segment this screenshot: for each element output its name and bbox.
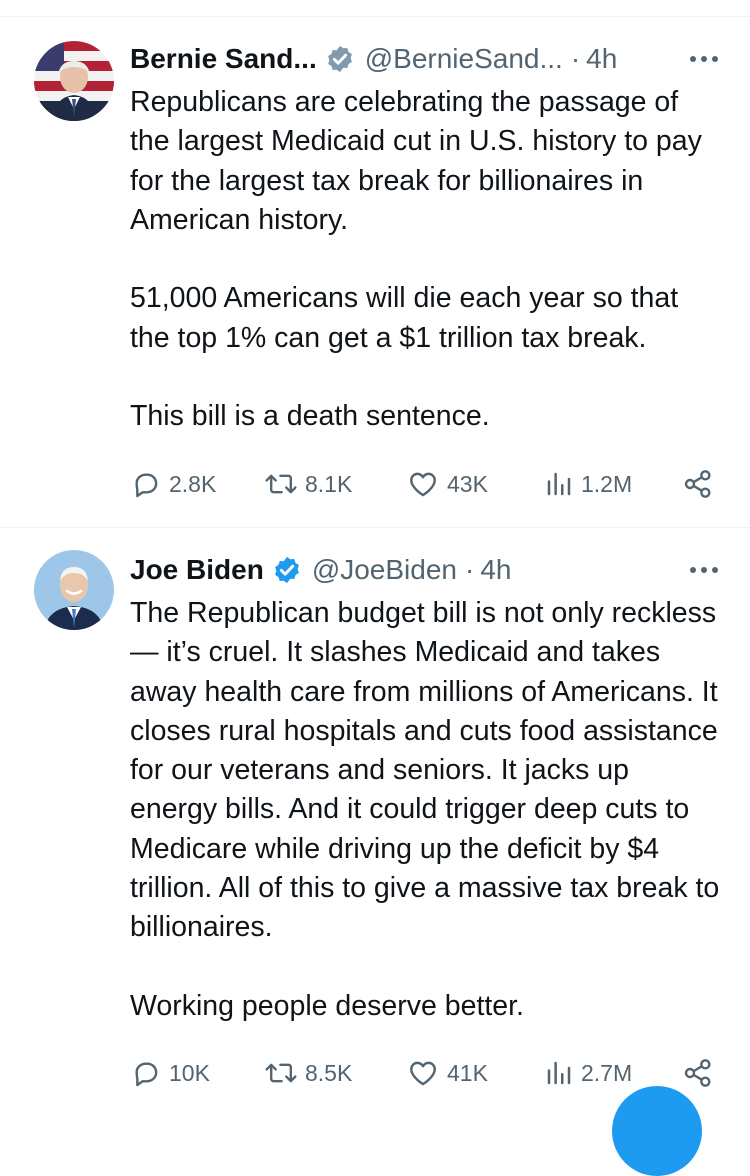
views-icon [547, 472, 571, 496]
avatar[interactable] [34, 41, 114, 121]
timestamp[interactable]: 4h [480, 554, 511, 586]
verified-badge-icon[interactable] [325, 44, 355, 74]
share-icon [684, 470, 711, 498]
more-icon[interactable] [690, 561, 718, 579]
share-icon [684, 1059, 711, 1087]
like-button[interactable]: 41K [406, 1053, 488, 1093]
reply-icon [135, 1062, 158, 1087]
action-bar: 2.8K 8.1K 43K 1.2M [130, 464, 720, 504]
tweet-header: Joe Biden @JoeBiden · 4h [130, 550, 718, 590]
tweet-text: Republicans are celebrating the passage … [130, 86, 702, 433]
verified-badge-icon[interactable] [272, 555, 302, 585]
views-icon [547, 1061, 571, 1085]
like-count: 41K [447, 1059, 488, 1086]
reply-count: 10K [169, 1059, 210, 1086]
repost-count: 8.5K [305, 1059, 353, 1086]
more-icon[interactable] [690, 50, 718, 68]
heart-icon [410, 1061, 436, 1086]
reply-count: 2.8K [169, 470, 217, 497]
separator-dot: · [465, 554, 475, 585]
views-count: 2.7M [581, 1059, 633, 1086]
heart-icon [410, 472, 436, 497]
tweet-header: Bernie Sand... @BernieSand... · 4h [130, 39, 718, 79]
avatar-image [34, 550, 114, 630]
display-name[interactable]: Joe Biden [130, 554, 264, 586]
avatar[interactable] [34, 550, 114, 630]
views-count: 1.2M [581, 470, 633, 497]
like-button[interactable]: 43K [406, 464, 488, 504]
repost-count: 8.1K [305, 470, 353, 497]
share-button[interactable] [682, 464, 714, 504]
handle[interactable]: @JoeBiden [312, 554, 457, 586]
separator-dot: · [570, 43, 581, 74]
handle[interactable]: @BernieSand... [365, 43, 563, 75]
avatar-image [34, 41, 114, 121]
compose-fab-button[interactable] [612, 1086, 702, 1176]
reply-icon [135, 473, 158, 498]
reply-button[interactable]: 2.8K [130, 464, 216, 504]
repost-button[interactable]: 8.1K [264, 464, 352, 504]
display-name[interactable]: Bernie Sand... [130, 43, 317, 75]
timestamp[interactable]: 4h [586, 43, 617, 75]
repost-button[interactable]: 8.5K [264, 1053, 352, 1093]
share-button[interactable] [682, 1053, 714, 1093]
tweet-text: The Republican budget bill is not only r… [130, 597, 720, 1022]
reply-button[interactable]: 10K [130, 1053, 210, 1093]
views-button[interactable]: 2.7M [544, 1053, 632, 1093]
tweet[interactable]: Joe Biden @JoeBiden · 4h The Republican … [0, 528, 750, 1107]
like-count: 43K [447, 470, 488, 497]
views-button[interactable]: 1.2M [544, 464, 632, 504]
action-bar: 10K 8.5K 41K 2.7M [130, 1053, 720, 1093]
repost-icon [265, 474, 297, 494]
tweet[interactable]: Bernie Sand... @BernieSand... · 4h Repub… [0, 17, 750, 527]
repost-icon [265, 1063, 297, 1083]
